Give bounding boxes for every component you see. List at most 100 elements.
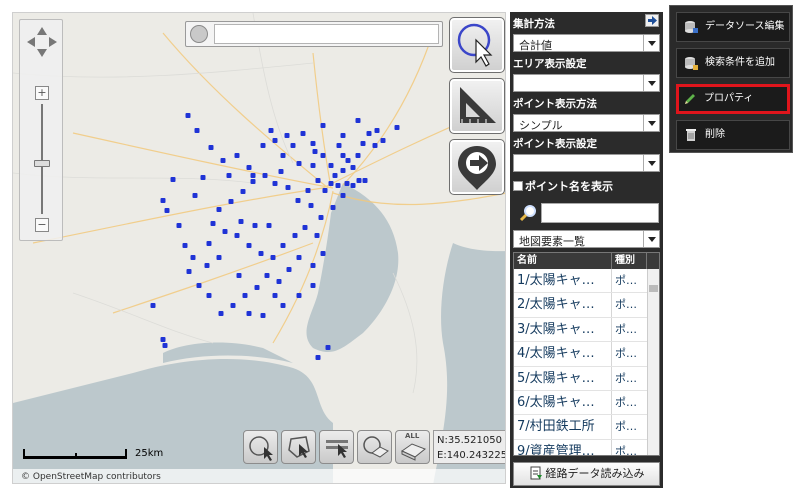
table-row[interactable]: 9/資産管理… ポ… (514, 439, 659, 455)
map-point[interactable] (182, 243, 188, 248)
map-point[interactable] (226, 173, 232, 178)
map-point[interactable] (305, 188, 311, 193)
map-point[interactable] (372, 143, 378, 148)
map-point[interactable] (292, 233, 298, 238)
map-point[interactable] (252, 223, 258, 228)
map-point[interactable] (344, 181, 350, 186)
map-point[interactable] (332, 173, 338, 178)
zoom-slider-thumb[interactable] (34, 160, 50, 167)
map-point[interactable] (322, 188, 328, 193)
map-point[interactable] (355, 153, 361, 158)
map-point[interactable] (325, 345, 331, 350)
map-point[interactable] (238, 219, 244, 224)
map-point[interactable] (218, 311, 224, 316)
map-point[interactable] (185, 113, 191, 118)
map-point[interactable] (302, 225, 308, 230)
pan-arrows-icon[interactable] (24, 24, 60, 60)
map-point[interactable] (228, 199, 234, 204)
show-names-checkbox[interactable] (513, 181, 523, 191)
lasso-select-button[interactable] (243, 430, 278, 464)
map-point[interactable] (216, 255, 222, 260)
map-canvas[interactable]: + − 25km ALL N:35.521050 E:140.243225 © … (12, 12, 506, 484)
point-setting-select[interactable] (513, 154, 660, 172)
map-point[interactable] (176, 223, 182, 228)
show-names-row[interactable]: ポイント名を表示 (513, 178, 613, 194)
map-point[interactable] (240, 189, 246, 194)
table-row[interactable]: 2/太陽キャ… ポ… (514, 293, 659, 318)
map-point[interactable] (328, 163, 334, 168)
map-point[interactable] (242, 293, 248, 298)
map-point[interactable] (160, 337, 166, 342)
table-row[interactable]: 1/太陽キャ… ポ… (514, 269, 659, 294)
select-tool-button[interactable] (449, 17, 505, 73)
area-select-button[interactable] (357, 430, 392, 464)
map-point[interactable] (336, 143, 342, 148)
map-point[interactable] (340, 193, 346, 198)
map-point[interactable] (380, 138, 386, 143)
map-point[interactable] (308, 203, 314, 208)
map-point[interactable] (350, 165, 356, 170)
map-point[interactable] (280, 303, 286, 308)
map-point[interactable] (260, 313, 266, 318)
map-point[interactable] (374, 128, 380, 133)
map-point[interactable] (286, 267, 292, 272)
aggregation-select[interactable]: 合計値 (513, 34, 660, 52)
map-point[interactable] (350, 183, 356, 188)
map-point[interactable] (340, 168, 346, 173)
column-header-name[interactable]: 名前 (514, 253, 612, 269)
scrollbar-thumb[interactable] (649, 285, 658, 292)
table-row[interactable]: 6/太陽キャ… ポ… (514, 390, 659, 416)
map-point[interactable] (262, 173, 268, 178)
map-point[interactable] (315, 178, 321, 183)
map-point[interactable] (150, 303, 156, 308)
map-point[interactable] (355, 118, 361, 123)
map-point[interactable] (230, 303, 236, 308)
map-point[interactable] (310, 283, 316, 288)
polygon-select-button[interactable] (281, 430, 316, 464)
map-point[interactable] (210, 221, 216, 226)
map-point[interactable] (204, 263, 210, 268)
menu-item-delete[interactable]: 削除 (676, 120, 790, 150)
map-point[interactable] (310, 263, 316, 268)
map-point[interactable] (366, 131, 372, 136)
map-point[interactable] (192, 193, 198, 198)
map-point[interactable] (314, 233, 320, 238)
table-row[interactable]: 3/太陽キャ… ポ… (514, 317, 659, 343)
map-point[interactable] (254, 285, 260, 290)
map-point[interactable] (266, 223, 272, 228)
map-point[interactable] (272, 293, 278, 298)
map-point[interactable] (320, 123, 326, 128)
table-row[interactable]: 4/太陽キャ… ポ… (514, 342, 659, 367)
map-point[interactable] (164, 208, 170, 213)
map-point[interactable] (186, 269, 192, 274)
map-point[interactable] (296, 161, 302, 166)
route-tool-button[interactable] (449, 139, 505, 195)
map-point[interactable] (272, 138, 278, 143)
map-point[interactable] (264, 273, 270, 278)
collapse-panel-button[interactable] (645, 14, 659, 27)
menu-item-edit-datasource[interactable]: データソース編集 (676, 12, 790, 42)
map-point[interactable] (362, 178, 368, 183)
zoom-slider-track[interactable] (41, 104, 43, 214)
map-point[interactable] (360, 141, 366, 146)
map-point[interactable] (234, 153, 240, 158)
map-point[interactable] (285, 185, 291, 190)
menu-item-add-filter[interactable]: 検索条件を追加 (676, 48, 790, 78)
point-style-select[interactable]: シンプル (513, 114, 660, 132)
map-point[interactable] (330, 205, 336, 210)
map-point[interactable] (234, 233, 240, 238)
map-point[interactable] (280, 153, 286, 158)
map-point[interactable] (315, 355, 321, 360)
map-point[interactable] (276, 279, 282, 284)
map-point[interactable] (320, 153, 326, 158)
map-point[interactable] (246, 311, 252, 316)
column-header-type[interactable]: 種別 (612, 253, 647, 269)
map-point[interactable] (270, 255, 276, 260)
table-scrollbar[interactable] (647, 269, 659, 455)
map-point[interactable] (258, 251, 264, 256)
area-display-select[interactable] (513, 74, 660, 92)
map-point[interactable] (295, 198, 301, 203)
search-icon[interactable] (190, 25, 208, 43)
map-point[interactable] (356, 178, 362, 183)
map-point[interactable] (206, 241, 212, 246)
